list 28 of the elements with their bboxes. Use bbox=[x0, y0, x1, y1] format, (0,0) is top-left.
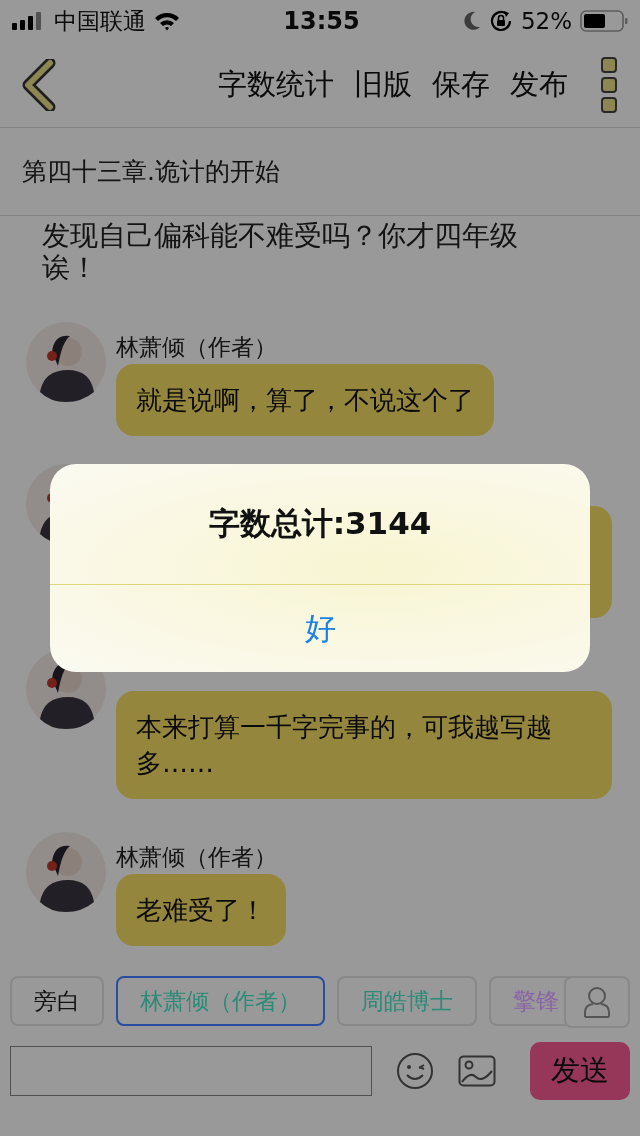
ok-button[interactable]: 好 bbox=[50, 585, 590, 672]
author-name: 林萧倾（作者） bbox=[116, 843, 278, 868]
author-name: 林萧倾（作者） bbox=[116, 333, 278, 358]
message-bubble: 老难受了！ bbox=[116, 874, 286, 946]
role-chip[interactable]: 旁白 bbox=[10, 976, 104, 1026]
dialog-message: 字数总计:3144 bbox=[50, 464, 590, 585]
wifi-icon bbox=[154, 11, 180, 31]
toolbar-button[interactable]: 字数统计 bbox=[208, 64, 344, 105]
toolbar-button[interactable]: 保存 bbox=[422, 64, 500, 105]
toolbar-button[interactable]: 旧版 bbox=[344, 64, 422, 105]
image-icon[interactable] bbox=[458, 1055, 496, 1087]
battery-percent: 52% bbox=[520, 8, 572, 34]
person-icon bbox=[583, 986, 611, 1018]
wink-emoji-icon[interactable] bbox=[396, 1052, 434, 1090]
carrier-name: 中国联通 bbox=[54, 6, 146, 36]
battery-icon bbox=[580, 10, 628, 32]
back-icon[interactable] bbox=[22, 58, 58, 111]
person-button[interactable] bbox=[564, 976, 630, 1028]
toolbar-button[interactable]: 发布 bbox=[500, 64, 578, 105]
chapter-title: 第四十三章.诡计的开始 bbox=[22, 156, 280, 188]
moon-icon bbox=[462, 11, 481, 31]
more-menu-icon[interactable] bbox=[600, 55, 618, 114]
message-input[interactable] bbox=[10, 1046, 372, 1096]
clock-time: 13:55 bbox=[283, 7, 360, 35]
message-bubble: 本来打算一千字完事的，可我越写越多…… bbox=[116, 691, 612, 799]
message-bubble: 就是说啊，算了，不说这个了 bbox=[116, 364, 494, 436]
rotation-lock-icon bbox=[488, 9, 513, 33]
narration-text: 发现自己偏科能不难受吗？你才四年级诶！ bbox=[42, 220, 519, 284]
